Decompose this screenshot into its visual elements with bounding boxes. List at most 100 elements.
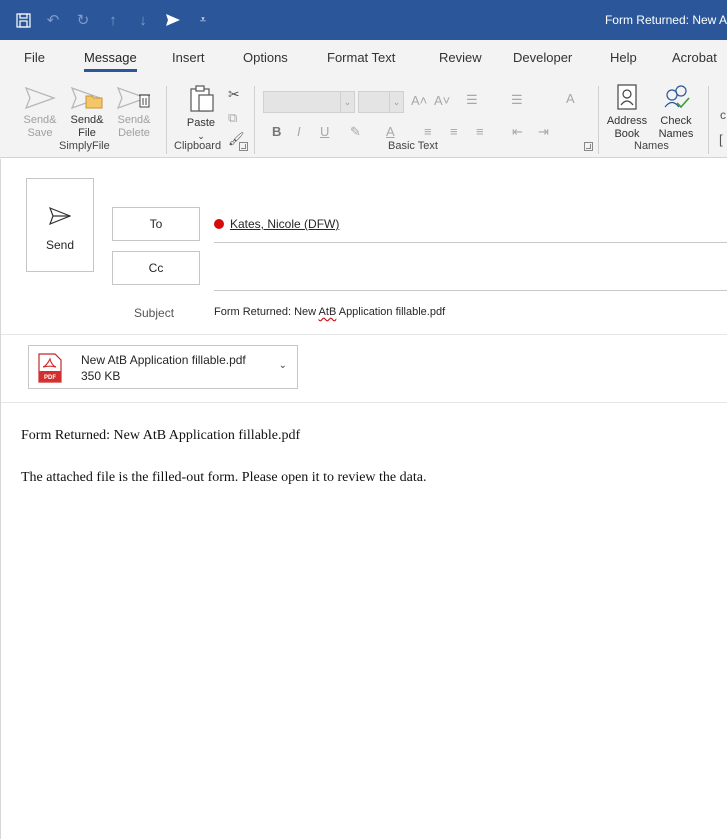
- subject-misspelled-word: AtB: [318, 306, 337, 318]
- align-center-icon[interactable]: ≡: [450, 124, 458, 139]
- quick-access-toolbar: ↶ ↻ ↑ ↓ ⩡: [12, 0, 214, 40]
- group-divider: [166, 86, 167, 154]
- chevron-down-icon[interactable]: ⌄: [279, 360, 287, 371]
- subject-label: Subject: [134, 306, 175, 320]
- send-and-delete-label-1: Send&: [117, 114, 151, 126]
- send-and-delete-label-2: Delete: [118, 127, 150, 139]
- underline-button[interactable]: U: [320, 124, 329, 139]
- recipient-name[interactable]: Kates, Nicole (DFW): [230, 217, 339, 231]
- cc-button[interactable]: Cc: [112, 251, 200, 285]
- body-line-2[interactable]: The attached file is the filled-out form…: [21, 470, 426, 486]
- check-names-icon: [664, 85, 690, 109]
- customize-icon[interactable]: ⩡: [192, 8, 214, 32]
- to-field[interactable]: Kates, Nicole (DFW): [214, 217, 339, 231]
- chevron-down-icon: ⌄: [340, 92, 354, 112]
- send-label: Send: [45, 238, 75, 252]
- header-divider: [1, 334, 727, 335]
- group-divider: [598, 86, 599, 154]
- copy-icon[interactable]: ⧉: [228, 110, 237, 126]
- chevron-down-icon: ⌄: [389, 92, 403, 112]
- increase-indent-icon[interactable]: ⇥: [538, 124, 549, 140]
- decrease-indent-icon[interactable]: ⇤: [512, 124, 523, 140]
- tab-file[interactable]: File: [24, 50, 45, 65]
- subject-text-2: Application fillable.pdf: [336, 306, 446, 318]
- font-size-dropdown[interactable]: ⌄: [358, 91, 404, 113]
- simplyfile-group-label: SimplyFile: [59, 140, 110, 152]
- address-book-button[interactable]: Address Book: [605, 83, 649, 141]
- basic-text-dialog-launcher-icon[interactable]: [584, 142, 593, 151]
- clear-formatting-icon[interactable]: A: [566, 91, 575, 106]
- highlight-icon[interactable]: ✎: [350, 124, 361, 140]
- send-and-save-icon: [24, 86, 56, 110]
- attachment-card[interactable]: PDF New AtB Application fillable.pdf 350…: [28, 345, 298, 389]
- send-and-delete-icon: [116, 86, 150, 110]
- tab-developer[interactable]: Developer: [513, 50, 572, 65]
- paste-button[interactable]: Paste ⌄: [180, 83, 222, 143]
- redo-icon[interactable]: ↻: [72, 8, 94, 32]
- to-button[interactable]: To: [112, 207, 200, 241]
- up-arrow-icon[interactable]: ↑: [102, 8, 124, 32]
- font-name-dropdown[interactable]: ⌄: [263, 91, 355, 113]
- check-names-label-1: Check: [660, 115, 692, 127]
- cc-field[interactable]: [214, 290, 727, 291]
- tab-message[interactable]: Message: [84, 50, 137, 72]
- italic-button[interactable]: I: [297, 124, 301, 139]
- tab-format-text[interactable]: Format Text: [327, 50, 395, 65]
- tab-options[interactable]: Options: [243, 50, 288, 65]
- ribbon-tabs: File Message Insert Options Format Text …: [0, 40, 727, 78]
- font-color-icon[interactable]: A: [386, 124, 395, 139]
- attachment-name: New AtB Application fillable.pdf: [81, 353, 246, 367]
- send-arrow-icon[interactable]: [162, 8, 184, 32]
- address-book-icon: [617, 84, 637, 110]
- send-and-save-label-2: Save: [27, 127, 53, 139]
- overflow-icon-2[interactable]: [: [719, 132, 723, 147]
- subject-field[interactable]: Form Returned: New AtB Application filla…: [214, 306, 445, 318]
- align-left-icon[interactable]: ≡: [424, 124, 432, 139]
- down-arrow-icon[interactable]: ↓: [132, 8, 154, 32]
- group-divider: [708, 86, 709, 154]
- send-and-file-icon: [70, 86, 103, 110]
- body-line-1[interactable]: Form Returned: New AtB Application filla…: [21, 428, 300, 444]
- tab-help[interactable]: Help: [610, 50, 637, 65]
- window-title: Form Returned: New A: [604, 13, 727, 27]
- basic-text-group-label: Basic Text: [388, 140, 438, 152]
- paste-label: Paste: [186, 117, 216, 129]
- to-field-underline: [214, 242, 727, 243]
- tab-review[interactable]: Review: [439, 50, 482, 65]
- presence-indicator-icon: [214, 219, 224, 229]
- send-and-file-button[interactable]: Send& File: [66, 86, 108, 140]
- save-icon[interactable]: [12, 8, 34, 32]
- shrink-font-icon[interactable]: A˅: [434, 93, 450, 108]
- compose-pane: Send To Kates, Nicole (DFW) Cc Subject F…: [0, 159, 727, 839]
- overflow-icon[interactable]: c: [720, 108, 726, 122]
- subject-text-1: Form Returned: New: [214, 306, 319, 318]
- numbering-icon[interactable]: ☰: [511, 92, 523, 108]
- attachment-divider: [1, 402, 727, 403]
- bold-button[interactable]: B: [272, 124, 281, 139]
- names-group-label: Names: [634, 140, 669, 152]
- pdf-badge-text: PDF: [44, 375, 56, 381]
- send-button[interactable]: Send: [26, 178, 94, 272]
- bullets-icon[interactable]: ☰: [466, 92, 478, 108]
- undo-icon[interactable]: ↶: [42, 8, 64, 32]
- send-and-save-button[interactable]: Send& Save: [19, 86, 61, 140]
- group-divider: [254, 86, 255, 154]
- send-icon: [49, 207, 71, 225]
- pdf-file-icon: PDF: [38, 353, 62, 383]
- attachment-size: 350 KB: [81, 369, 121, 383]
- clipboard-dialog-launcher-icon[interactable]: [239, 142, 248, 151]
- clipboard-icon: [190, 85, 214, 112]
- cut-icon[interactable]: ✂: [228, 86, 240, 103]
- grow-font-icon[interactable]: A˄: [411, 93, 427, 108]
- title-bar: ↶ ↻ ↑ ↓ ⩡ Form Returned: New A: [0, 0, 727, 40]
- send-and-delete-button[interactable]: Send& Delete: [112, 86, 156, 140]
- tab-insert[interactable]: Insert: [172, 50, 205, 65]
- send-and-file-label-2: File: [78, 127, 96, 139]
- tab-acrobat[interactable]: Acrobat: [672, 50, 717, 65]
- align-right-icon[interactable]: ≡: [476, 124, 484, 139]
- send-and-file-label-1: Send&: [70, 114, 104, 126]
- ribbon: Send& Save Send& File Send& Delete Simpl…: [0, 78, 727, 158]
- clipboard-group-label: Clipboard: [174, 140, 222, 152]
- check-names-button[interactable]: Check Names: [653, 83, 699, 141]
- send-and-save-label-1: Send&: [23, 114, 57, 126]
